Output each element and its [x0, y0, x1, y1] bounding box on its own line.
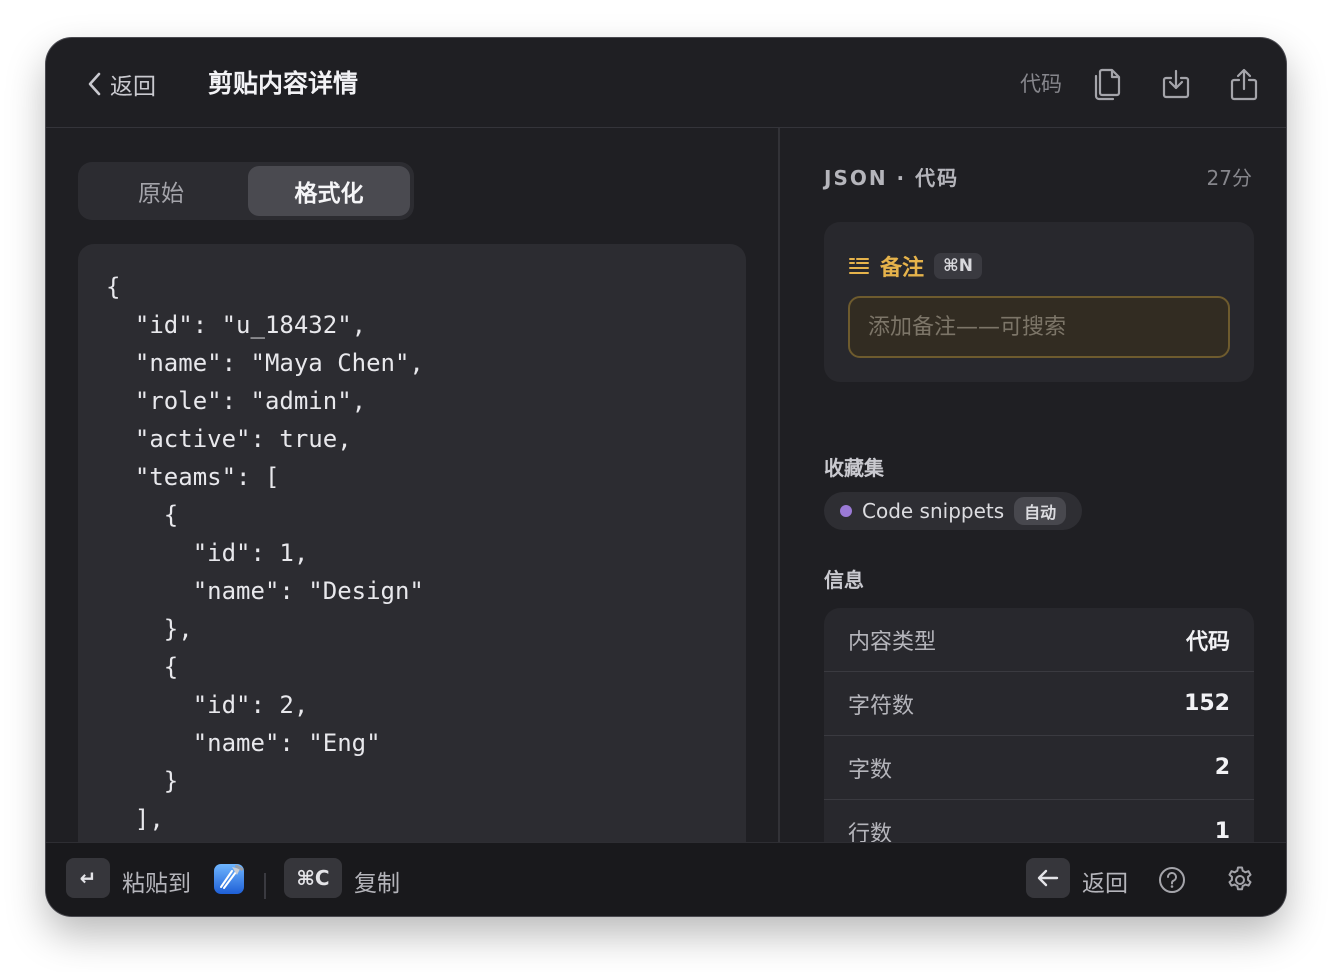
collections-heading: 收藏集: [824, 452, 884, 481]
clipboard-detail-window: 返回 剪贴内容详情 代码 原始 格式化 {"id": "u_18432", "…: [46, 38, 1286, 916]
footer-bar: ↵ 粘贴到 ⌘C 复制 返回: [46, 842, 1286, 916]
info-key: 字数: [848, 757, 893, 783]
note-shortcut-badge: ⌘N: [934, 253, 983, 279]
footer-divider: [264, 873, 266, 899]
note-header: 备注 ⌘N: [848, 250, 983, 282]
share-icon[interactable]: [1224, 64, 1264, 104]
info-row-content-type: 内容类型 代码: [824, 608, 1254, 672]
info-value: 1: [1214, 819, 1230, 842]
info-row-line-count: 行数 1: [824, 800, 1254, 842]
header-bar: 返回 剪贴内容详情 代码: [46, 38, 1286, 128]
metadata-pane: JSON · 代码 27分 备注 ⌘N 收藏集 Code snippets 自动…: [780, 128, 1286, 842]
info-heading-text: 信息: [824, 568, 864, 592]
info-value: 2: [1214, 755, 1230, 780]
collection-name: Code snippets: [862, 499, 1005, 523]
note-icon: [849, 258, 869, 274]
arrow-left-icon: [1037, 869, 1059, 887]
info-row-word-count: 字数 2: [824, 736, 1254, 800]
chevron-left-icon: [88, 72, 101, 96]
enter-key-badge: ↵: [66, 858, 110, 898]
back-key-badge: [1026, 858, 1070, 898]
info-value: 代码: [1185, 629, 1230, 655]
code-text: { "id": "u_18432", "name": "Maya Chen", …: [106, 273, 424, 833]
copy-label[interactable]: 复制: [354, 864, 400, 898]
tab-formatted[interactable]: 格式化: [248, 166, 410, 216]
collection-color-dot: [840, 505, 852, 517]
tab-raw[interactable]: 原始: [82, 166, 240, 216]
info-key: 行数: [848, 821, 893, 843]
gear-icon[interactable]: [1222, 862, 1258, 898]
copy-icon[interactable]: [1088, 64, 1128, 104]
download-icon[interactable]: [1156, 64, 1196, 104]
info-key: 内容类型: [848, 629, 937, 655]
info-value: 152: [1184, 691, 1230, 716]
info-heading: 信息: [824, 564, 864, 593]
note-card: 备注 ⌘N: [824, 222, 1254, 382]
collection-auto-badge: 自动: [1014, 497, 1067, 525]
back-label: 返回: [110, 74, 156, 100]
copy-shortcut-badge: ⌘C: [284, 858, 342, 898]
content-pane: 原始 格式化 { "id": "u_18432", "name": "Maya …: [46, 128, 778, 864]
page-title: 剪贴内容详情: [208, 69, 359, 98]
content-type-label: 代码: [1020, 72, 1062, 96]
collection-chip-code-snippets[interactable]: Code snippets 自动: [824, 492, 1083, 530]
help-icon[interactable]: [1154, 862, 1190, 898]
code-viewer[interactable]: { "id": "u_18432", "name": "Maya Chen", …: [78, 244, 746, 864]
collections-heading-text: 收藏集: [824, 456, 884, 480]
note-input[interactable]: [848, 296, 1230, 358]
note-label: 备注: [880, 256, 925, 281]
xcode-app-icon[interactable]: [212, 861, 248, 901]
timestamp: 27分: [1206, 166, 1252, 190]
info-key: 字符数: [848, 693, 915, 719]
view-mode-segmented-control: 原始 格式化: [78, 162, 414, 220]
back-button[interactable]: 返回: [86, 66, 156, 102]
paste-to-label[interactable]: 粘贴到: [122, 864, 191, 898]
info-table: 内容类型 代码 字符数 152 字数 2 行数 1: [824, 608, 1254, 842]
format-title: JSON · 代码: [824, 166, 960, 190]
footer-back-label[interactable]: 返回: [1082, 864, 1128, 898]
info-row-char-count: 字符数 152: [824, 672, 1254, 736]
